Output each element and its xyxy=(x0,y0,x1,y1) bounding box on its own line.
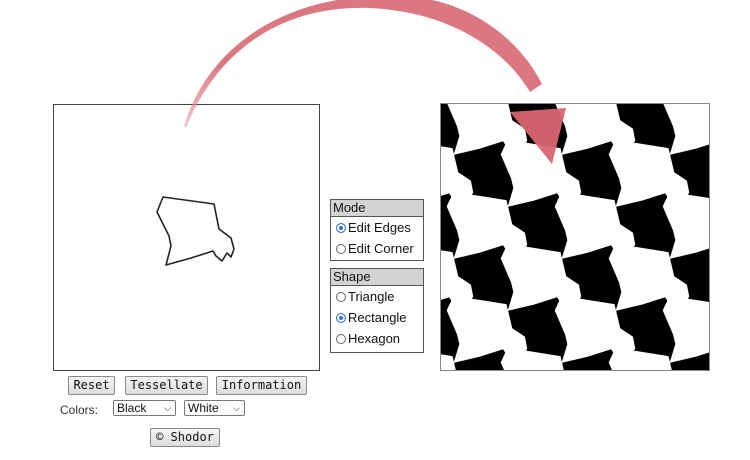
shape-option-label: Triangle xyxy=(348,289,395,304)
mode-option-label: Edit Edges xyxy=(348,220,411,235)
radio-selected-icon[interactable] xyxy=(336,222,346,233)
reset-button[interactable]: Reset xyxy=(68,376,115,395)
colors-label: Colors: xyxy=(60,403,99,417)
shape-option-hexagon[interactable]: Hexagon xyxy=(331,328,423,349)
information-button[interactable]: Information xyxy=(216,376,307,395)
tessellation-pattern xyxy=(441,104,709,370)
color2-select[interactable]: White ⌵ xyxy=(184,400,245,416)
tessellation-tile xyxy=(662,191,709,259)
shodor-button[interactable]: © Shodor xyxy=(150,428,220,447)
shape-option-label: Hexagon xyxy=(348,331,401,346)
shape-option-triangle[interactable]: Triangle xyxy=(331,286,423,307)
tile-editor-canvas[interactable] xyxy=(53,104,320,371)
mode-panel: Mode Edit Edges Edit Corner xyxy=(330,199,424,261)
mode-option-edit-edges[interactable]: Edit Edges xyxy=(331,217,423,238)
radio-icon[interactable] xyxy=(336,243,346,254)
tile-outline xyxy=(156,196,235,266)
tessellation-preview xyxy=(440,103,710,371)
color1-select[interactable]: Black ⌵ xyxy=(113,400,176,416)
radio-selected-icon[interactable] xyxy=(336,312,346,323)
shape-panel-title: Shape xyxy=(331,269,423,286)
mode-option-label: Edit Corner xyxy=(348,241,414,256)
shape-option-label: Rectangle xyxy=(348,310,407,325)
shape-panel: Shape Triangle Rectangle Hexagon xyxy=(330,268,424,353)
shape-option-rectangle[interactable]: Rectangle xyxy=(331,307,423,328)
radio-icon[interactable] xyxy=(336,291,346,302)
chevron-down-icon: ⌵ xyxy=(233,403,240,413)
color1-value: Black xyxy=(117,401,147,415)
mode-option-edit-corner[interactable]: Edit Corner xyxy=(331,238,423,259)
tessellation-tile xyxy=(662,295,709,363)
mode-panel-title: Mode xyxy=(331,200,423,217)
radio-icon[interactable] xyxy=(336,333,346,344)
tessellate-button[interactable]: Tessellate xyxy=(125,376,208,395)
chevron-down-icon: ⌵ xyxy=(164,403,171,413)
color2-value: White xyxy=(188,401,219,415)
tile-shape[interactable] xyxy=(54,105,321,372)
tessellation-tile xyxy=(663,104,709,155)
